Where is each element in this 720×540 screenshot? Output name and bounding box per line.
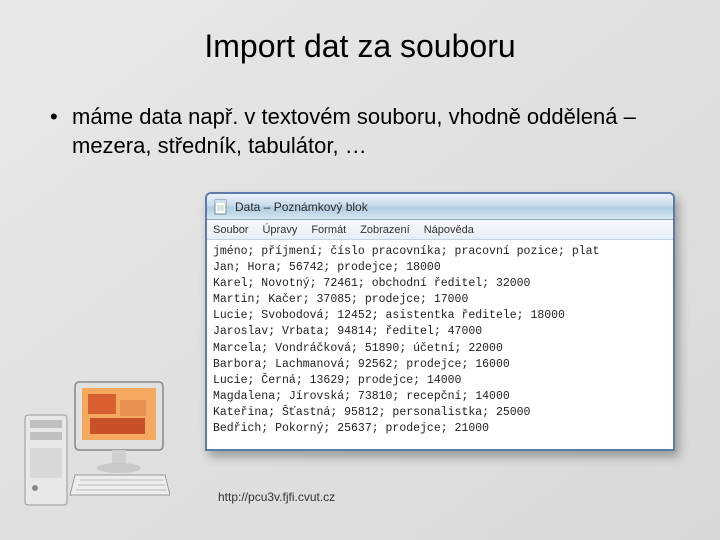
computer-clipart: [20, 370, 170, 510]
footer-url: http://pcu3v.fjfi.cvut.cz: [218, 490, 335, 504]
text-line: Lucie; Černá; 13629; prodejce; 14000: [213, 373, 667, 389]
text-line: Magdalena; Jírovská; 73810; recepční; 14…: [213, 389, 667, 405]
text-line: Barbora; Lachmanová; 92562; prodejce; 16…: [213, 357, 667, 373]
text-line: jméno; příjmení; číslo pracovníka; praco…: [213, 244, 667, 260]
text-line: Bedřich; Pokorný; 25637; prodejce; 21000: [213, 421, 667, 437]
text-line: Kateřina; Šťastná; 95812; personalistka;…: [213, 405, 667, 421]
text-line: Jan; Hora; 56742; prodejce; 18000: [213, 260, 667, 276]
bullet-item: máme data např. v textovém souboru, vhod…: [50, 103, 680, 160]
menu-file[interactable]: Soubor: [213, 224, 248, 236]
text-line: Lucie; Svobodová; 12452; asistentka ředi…: [213, 308, 667, 324]
slide-title: Import dat za souboru: [0, 0, 720, 85]
menu-view[interactable]: Zobrazení: [360, 224, 410, 236]
window-title: Data – Poznámkový blok: [235, 200, 368, 214]
notepad-window: Data – Poznámkový blok Soubor Úpravy For…: [205, 192, 675, 451]
titlebar: Data – Poznámkový blok: [207, 194, 673, 220]
text-content[interactable]: jméno; příjmení; číslo pracovníka; praco…: [207, 240, 673, 449]
menu-edit[interactable]: Úpravy: [262, 224, 297, 236]
text-line: Jaroslav; Vrbata; 94814; ředitel; 47000: [213, 324, 667, 340]
text-line: Marcela; Vondráčková; 51890; účetní; 220…: [213, 341, 667, 357]
text-line: Karel; Novotný; 72461; obchodní ředitel;…: [213, 276, 667, 292]
menu-format[interactable]: Formát: [311, 224, 346, 236]
menubar: Soubor Úpravy Formát Zobrazení Nápověda: [207, 220, 673, 240]
text-line: Martin; Kačer; 37085; prodejce; 17000: [213, 292, 667, 308]
menu-help[interactable]: Nápověda: [424, 224, 474, 236]
bullet-list: máme data např. v textovém souboru, vhod…: [0, 85, 720, 160]
notepad-icon: [213, 199, 229, 215]
